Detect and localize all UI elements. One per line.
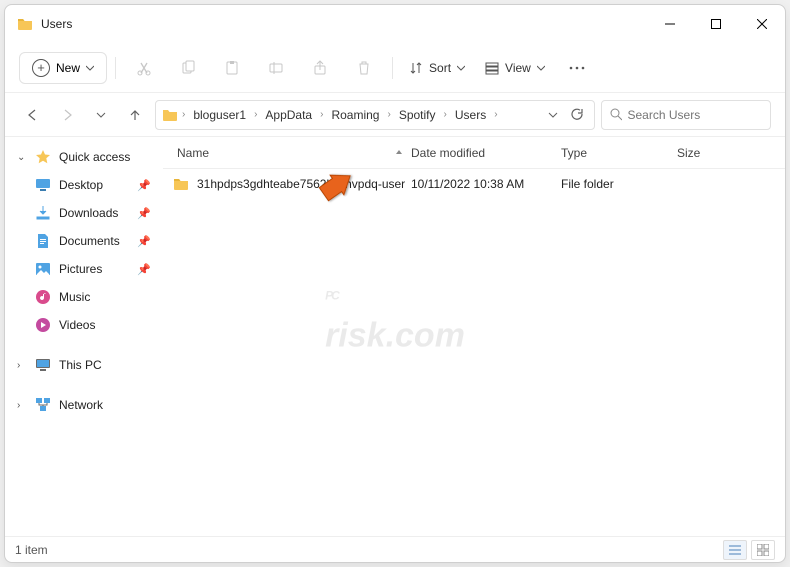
paste-button[interactable] bbox=[212, 50, 252, 86]
sidebar-item-label: Music bbox=[59, 290, 90, 304]
forward-button[interactable] bbox=[53, 101, 81, 129]
more-button[interactable] bbox=[557, 50, 597, 86]
thumbnails-view-button[interactable] bbox=[751, 540, 775, 560]
network-icon bbox=[35, 397, 51, 413]
column-header-type[interactable]: Type bbox=[561, 146, 677, 160]
breadcrumb-item[interactable]: Users bbox=[451, 108, 490, 122]
sidebar-item-label: Pictures bbox=[59, 262, 102, 276]
sidebar-music[interactable]: Music bbox=[9, 283, 159, 311]
desktop-icon bbox=[35, 177, 51, 193]
column-header-date[interactable]: Date modified bbox=[411, 146, 561, 160]
column-header-size[interactable]: Size bbox=[677, 146, 785, 160]
new-button-label: New bbox=[56, 61, 80, 75]
downloads-icon bbox=[35, 205, 51, 221]
pin-icon: 📌 bbox=[137, 263, 151, 276]
up-button[interactable] bbox=[121, 101, 149, 129]
breadcrumb-item[interactable]: Roaming bbox=[327, 108, 383, 122]
delete-button[interactable] bbox=[344, 50, 384, 86]
close-button[interactable] bbox=[739, 5, 785, 43]
sidebar: ⌄ Quick access Desktop 📌 Downloads 📌 Doc… bbox=[5, 137, 163, 536]
videos-icon bbox=[35, 317, 51, 333]
item-count: 1 item bbox=[15, 543, 48, 557]
sidebar-item-label: Videos bbox=[59, 318, 95, 332]
copy-button[interactable] bbox=[168, 50, 208, 86]
rename-button[interactable] bbox=[256, 50, 296, 86]
sidebar-quick-access[interactable]: ⌄ Quick access bbox=[9, 143, 159, 171]
sidebar-this-pc[interactable]: › This PC bbox=[9, 351, 159, 379]
breadcrumb[interactable]: › bloguser1› AppData› Roaming› Spotify› … bbox=[155, 100, 595, 130]
sidebar-pictures[interactable]: Pictures 📌 bbox=[9, 255, 159, 283]
sidebar-item-label: This PC bbox=[59, 358, 102, 372]
sidebar-item-label: Network bbox=[59, 398, 103, 412]
chevron-down-icon bbox=[457, 64, 465, 72]
breadcrumb-item[interactable]: AppData bbox=[261, 108, 316, 122]
breadcrumb-item[interactable]: bloguser1 bbox=[189, 108, 250, 122]
sort-icon bbox=[409, 61, 423, 75]
window-title: Users bbox=[41, 17, 72, 31]
new-button[interactable]: + New bbox=[19, 52, 107, 84]
folder-icon bbox=[162, 107, 178, 123]
file-row[interactable]: 31hpdps3gdhteabe7562kzohvpdq-user 10/11/… bbox=[163, 169, 785, 199]
file-pane: Name Date modified Type Size 31hpdps3gdh… bbox=[163, 137, 785, 536]
folder-icon bbox=[173, 176, 189, 192]
sidebar-item-label: Downloads bbox=[59, 206, 118, 220]
sidebar-item-label: Quick access bbox=[59, 150, 130, 164]
column-header-name[interactable]: Name bbox=[163, 146, 411, 160]
sidebar-downloads[interactable]: Downloads 📌 bbox=[9, 199, 159, 227]
sort-arrow-icon bbox=[395, 149, 403, 157]
pin-icon: 📌 bbox=[137, 207, 151, 220]
sidebar-documents[interactable]: Documents 📌 bbox=[9, 227, 159, 255]
file-explorer-window: Users + New Sort View bbox=[4, 4, 786, 563]
back-button[interactable] bbox=[19, 101, 47, 129]
content-area: ⌄ Quick access Desktop 📌 Downloads 📌 Doc… bbox=[5, 137, 785, 536]
titlebar: Users bbox=[5, 5, 785, 43]
breadcrumb-item[interactable]: Spotify bbox=[395, 108, 440, 122]
share-button[interactable] bbox=[300, 50, 340, 86]
status-bar: 1 item bbox=[5, 536, 785, 562]
maximize-button[interactable] bbox=[693, 5, 739, 43]
star-icon bbox=[35, 149, 51, 165]
music-icon bbox=[35, 289, 51, 305]
details-view-button[interactable] bbox=[723, 540, 747, 560]
recent-button[interactable] bbox=[87, 101, 115, 129]
address-bar: › bloguser1› AppData› Roaming› Spotify› … bbox=[5, 93, 785, 137]
sidebar-item-label: Documents bbox=[59, 234, 120, 248]
chevron-down-icon bbox=[537, 64, 545, 72]
pc-icon bbox=[35, 357, 51, 373]
search-box[interactable] bbox=[601, 100, 771, 130]
column-headers: Name Date modified Type Size bbox=[163, 137, 785, 169]
file-date: 10/11/2022 10:38 AM bbox=[411, 177, 561, 191]
documents-icon bbox=[35, 233, 51, 249]
view-button[interactable]: View bbox=[477, 55, 553, 81]
view-icon bbox=[485, 61, 499, 75]
sidebar-item-label: Desktop bbox=[59, 178, 103, 192]
plus-icon: + bbox=[32, 59, 50, 77]
chevron-down-icon: ⌄ bbox=[17, 152, 27, 163]
refresh-button[interactable] bbox=[566, 104, 588, 126]
file-name: 31hpdps3gdhteabe7562kzohvpdq-user bbox=[197, 177, 405, 191]
pin-icon: 📌 bbox=[137, 179, 151, 192]
sort-label: Sort bbox=[429, 61, 451, 75]
sidebar-network[interactable]: › Network bbox=[9, 391, 159, 419]
sidebar-desktop[interactable]: Desktop 📌 bbox=[9, 171, 159, 199]
folder-icon bbox=[17, 16, 33, 32]
file-type: File folder bbox=[561, 177, 677, 191]
sidebar-videos[interactable]: Videos bbox=[9, 311, 159, 339]
pin-icon: 📌 bbox=[137, 235, 151, 248]
search-icon bbox=[610, 108, 622, 121]
chevron-right-icon: › bbox=[17, 360, 27, 371]
search-input[interactable] bbox=[628, 108, 763, 122]
minimize-button[interactable] bbox=[647, 5, 693, 43]
cut-button[interactable] bbox=[124, 50, 164, 86]
chevron-right-icon: › bbox=[17, 400, 27, 411]
pictures-icon bbox=[35, 261, 51, 277]
chevron-down-icon bbox=[86, 64, 94, 72]
toolbar: + New Sort View bbox=[5, 43, 785, 93]
sort-button[interactable]: Sort bbox=[401, 55, 473, 81]
chevron-down-icon[interactable] bbox=[542, 104, 564, 126]
view-label: View bbox=[505, 61, 531, 75]
